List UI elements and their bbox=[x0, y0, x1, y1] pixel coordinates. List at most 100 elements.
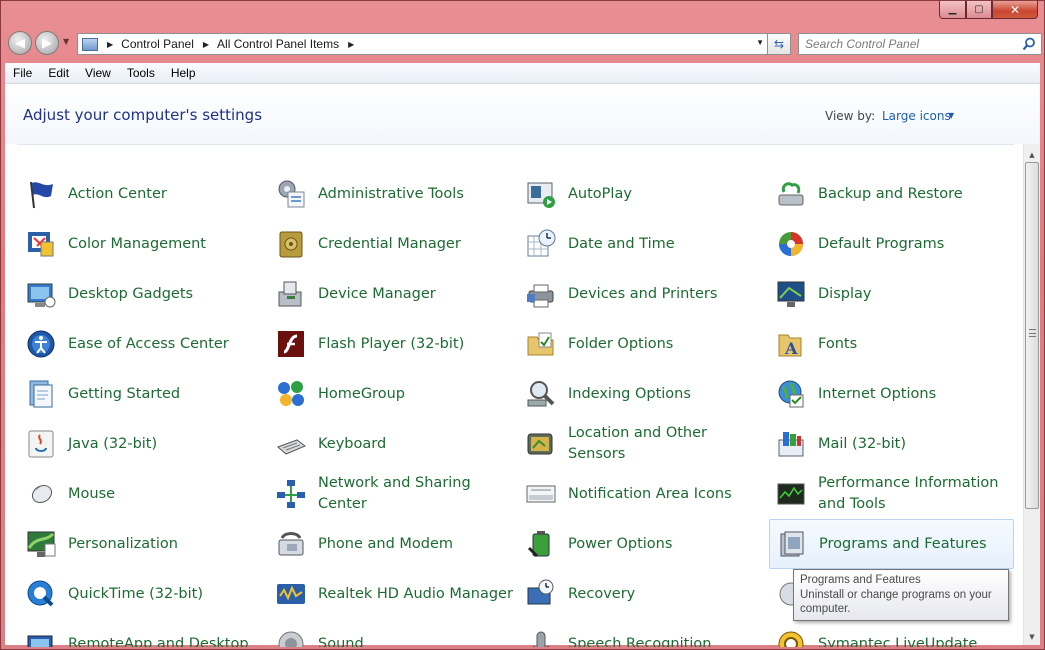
cp-item-quicktime-32-bit[interactable]: QuickTime (32-bit) bbox=[19, 569, 264, 619]
cp-item-mail-32-bit[interactable]: Mail (32-bit) bbox=[769, 419, 1014, 469]
chevron-right-icon[interactable]: ▶ bbox=[348, 40, 354, 49]
java-icon bbox=[28, 430, 54, 458]
close-icon: ✕ bbox=[1009, 2, 1021, 17]
cp-item-label: Flash Player (32-bit) bbox=[318, 335, 465, 352]
cp-item-location-and-other-sensors[interactable]: Location and Other Sensors bbox=[519, 419, 764, 469]
cp-item-programs-and-features[interactable]: Programs and Features bbox=[769, 519, 1014, 569]
battery-icon bbox=[527, 531, 550, 558]
tooltip: Programs and Features Uninstall or chang… bbox=[793, 569, 1009, 621]
breadcrumb-control-panel[interactable]: Control Panel bbox=[121, 37, 194, 51]
chevron-right-icon[interactable]: ▶ bbox=[107, 40, 113, 49]
cp-item-recovery[interactable]: Recovery bbox=[519, 569, 764, 619]
notification-icon bbox=[526, 485, 556, 503]
cp-item-network-and-sharing-center[interactable]: Network and Sharing Center bbox=[269, 469, 514, 519]
cp-item-internet-options[interactable]: Internet Options bbox=[769, 369, 1014, 419]
chevron-down-icon[interactable]: ▼ bbox=[756, 38, 764, 47]
maximize-button[interactable]: ▢ bbox=[966, 1, 992, 19]
cp-item-label: Sound bbox=[318, 635, 364, 648]
cp-item-folder-options[interactable]: Folder Options bbox=[519, 319, 764, 369]
view-by-dropdown[interactable]: Large icons bbox=[882, 109, 951, 123]
minimize-button[interactable]: ▁ bbox=[939, 1, 966, 19]
address-bar[interactable]: ▶ Control Panel ▶ All Control Panel Item… bbox=[77, 33, 769, 55]
forward-button[interactable]: ▶ bbox=[35, 31, 59, 55]
keyboard-icon bbox=[277, 439, 306, 455]
cp-item-device-manager[interactable]: Device Manager bbox=[269, 269, 514, 319]
cp-item-label: Credential Manager bbox=[318, 235, 461, 252]
cp-item-getting-started[interactable]: Getting Started bbox=[19, 369, 264, 419]
caption-buttons: ▁ ▢ ✕ bbox=[939, 1, 1038, 19]
cp-item-label: Java (32-bit) bbox=[68, 435, 158, 452]
cp-item-mouse[interactable]: Mouse bbox=[19, 469, 264, 519]
cp-item-performance-information-and-tools[interactable]: Performance Information and Tools bbox=[769, 469, 1014, 519]
menu-help[interactable]: Help bbox=[163, 66, 204, 80]
cp-item-label: Internet Options bbox=[818, 385, 937, 402]
cp-item-autoplay[interactable]: AutoPlay bbox=[519, 169, 764, 219]
mouse-icon bbox=[31, 484, 53, 504]
cp-item-label: Folder Options bbox=[568, 335, 674, 352]
menu-edit[interactable]: Edit bbox=[40, 66, 77, 80]
cp-item-label: Notification Area Icons bbox=[568, 485, 732, 502]
cp-item-symantec-liveupdate[interactable]: Symantec LiveUpdate bbox=[769, 619, 1014, 647]
scroll-down-icon[interactable]: ▼ bbox=[1024, 629, 1040, 645]
cp-item-fonts[interactable]: A Fonts bbox=[769, 319, 1014, 369]
cp-item-flash-player-32-bit[interactable]: Flash Player (32-bit) bbox=[269, 319, 514, 369]
cp-item-label: Performance Information and Tools bbox=[818, 475, 999, 512]
cp-item-label: Display bbox=[818, 285, 872, 302]
cp-item-power-options[interactable]: Power Options bbox=[519, 519, 764, 569]
speaker-icon bbox=[278, 631, 304, 647]
cp-item-remoteapp-and-desktop[interactable]: RemoteApp and Desktop bbox=[19, 619, 264, 647]
search-input[interactable]: Search Control Panel bbox=[798, 33, 1042, 55]
cp-item-label: AutoPlay bbox=[568, 185, 632, 202]
close-button[interactable]: ✕ bbox=[992, 1, 1038, 19]
flag-icon bbox=[30, 181, 53, 209]
printer-icon bbox=[527, 284, 554, 308]
cp-item-devices-and-printers[interactable]: Devices and Printers bbox=[519, 269, 764, 319]
chevron-down-icon[interactable]: ▼ bbox=[948, 111, 954, 120]
cp-item-color-management[interactable]: Color Management bbox=[19, 219, 264, 269]
cp-item-action-center[interactable]: Action Center bbox=[19, 169, 264, 219]
cp-item-default-programs[interactable]: Default Programs bbox=[769, 219, 1014, 269]
cp-item-realtek-hd-audio-manager[interactable]: Realtek HD Audio Manager bbox=[269, 569, 514, 619]
vertical-scrollbar[interactable]: ▲ ▼ bbox=[1023, 144, 1040, 645]
menu-tools[interactable]: Tools bbox=[119, 66, 163, 80]
page-title: Adjust your computer's settings bbox=[23, 106, 263, 124]
scrollbar-thumb[interactable] bbox=[1025, 162, 1039, 509]
refresh-button[interactable]: ⇆ bbox=[767, 33, 791, 55]
menu-file[interactable]: File bbox=[5, 66, 40, 80]
cp-item-label: Action Center bbox=[68, 185, 167, 202]
cp-item-label: Mouse bbox=[68, 485, 116, 502]
cp-item-backup-and-restore[interactable]: Backup and Restore bbox=[769, 169, 1014, 219]
cp-item-administrative-tools[interactable]: Administrative Tools bbox=[269, 169, 514, 219]
remoteapp-icon bbox=[27, 635, 53, 647]
cp-item-personalization[interactable]: Personalization bbox=[19, 519, 264, 569]
cp-item-label: Keyboard bbox=[318, 435, 387, 452]
cp-item-sound[interactable]: Sound bbox=[269, 619, 514, 647]
cp-item-credential-manager[interactable]: Credential Manager bbox=[269, 219, 514, 269]
breadcrumb-all-items[interactable]: All Control Panel Items bbox=[217, 37, 339, 51]
menu-view[interactable]: View bbox=[77, 66, 119, 80]
cp-item-label: Programs and Features bbox=[819, 535, 987, 552]
grip-icon bbox=[1029, 329, 1036, 337]
scroll-up-icon[interactable]: ▲ bbox=[1024, 147, 1040, 163]
cp-item-ease-of-access-center[interactable]: Ease of Access Center bbox=[19, 319, 264, 369]
chevron-right-icon[interactable]: ▶ bbox=[203, 40, 209, 49]
cp-item-date-and-time[interactable]: Date and Time bbox=[519, 219, 764, 269]
cp-item-display[interactable]: Display bbox=[769, 269, 1014, 319]
cp-item-speech-recognition[interactable]: Speech Recognition bbox=[519, 619, 764, 647]
back-button[interactable]: ◀ bbox=[8, 31, 32, 55]
maximize-icon: ▢ bbox=[974, 4, 984, 15]
cp-item-indexing-options[interactable]: Indexing Options bbox=[519, 369, 764, 419]
cp-item-desktop-gadgets[interactable]: Desktop Gadgets bbox=[19, 269, 264, 319]
control-panel-icon bbox=[82, 37, 98, 51]
cp-item-label: Color Management bbox=[68, 235, 206, 252]
cp-item-notification-area-icons[interactable]: Notification Area Icons bbox=[519, 469, 764, 519]
cp-item-java-32-bit[interactable]: Java (32-bit) bbox=[19, 419, 264, 469]
microphone-icon bbox=[533, 631, 549, 647]
recent-pages-dropdown[interactable]: ▼ bbox=[63, 37, 69, 46]
monitor-icon bbox=[777, 281, 805, 307]
cp-item-keyboard[interactable]: Keyboard bbox=[269, 419, 514, 469]
cp-item-phone-and-modem[interactable]: Phone and Modem bbox=[269, 519, 514, 569]
cp-item-homegroup[interactable]: HomeGroup bbox=[269, 369, 514, 419]
cp-item-label: Desktop Gadgets bbox=[68, 285, 194, 302]
search-icon[interactable] bbox=[1022, 37, 1036, 51]
